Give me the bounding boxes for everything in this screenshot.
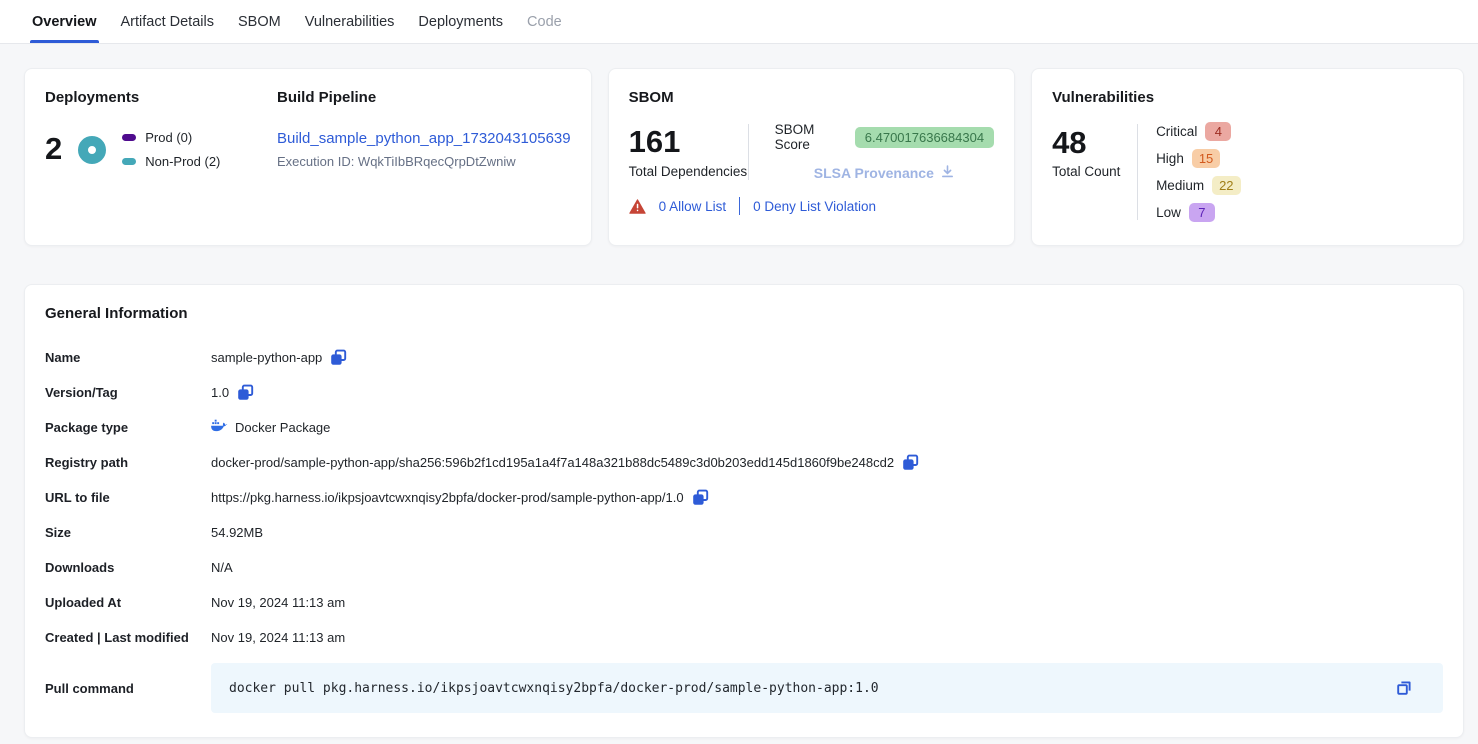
prod-label: Prod (0) bbox=[145, 130, 192, 145]
sbom-total-label: Total Dependencies bbox=[629, 164, 748, 179]
created-modified-value: Nov 19, 2024 11:13 am bbox=[211, 630, 345, 645]
registry-path-label: Registry path bbox=[45, 455, 211, 470]
allow-list-link[interactable]: 0 Allow List bbox=[659, 199, 727, 214]
severity-label-high: High bbox=[1156, 151, 1184, 166]
downloads-value: N/A bbox=[211, 560, 233, 575]
build-pipeline-column: Build Pipeline Build_sample_python_app_1… bbox=[277, 89, 571, 225]
links-divider bbox=[739, 197, 740, 215]
row-registry-path: Registry path docker-prod/sample-python-… bbox=[45, 445, 1443, 480]
registry-path-value: docker-prod/sample-python-app/sha256:596… bbox=[211, 455, 894, 470]
build-pipeline-title: Build Pipeline bbox=[277, 89, 571, 106]
downloads-label: Downloads bbox=[45, 560, 211, 575]
created-modified-label: Created | Last modified bbox=[45, 630, 211, 645]
severity-count-high: 15 bbox=[1192, 149, 1220, 168]
tab-bar: Overview Artifact Details SBOM Vulnerabi… bbox=[0, 0, 1478, 44]
deployments-title: Deployments bbox=[45, 89, 277, 106]
deployments-donut-chart bbox=[78, 136, 106, 164]
pull-command-box: docker pull pkg.harness.io/ikpsjoavtcwxn… bbox=[211, 663, 1443, 713]
vulnerabilities-total-label: Total Count bbox=[1052, 164, 1137, 179]
vulnerabilities-card: Vulnerabilities 48 Total Count Critical … bbox=[1031, 68, 1464, 246]
tab-vulnerabilities[interactable]: Vulnerabilities bbox=[293, 0, 407, 43]
copy-icon[interactable] bbox=[902, 454, 919, 471]
url-to-file-value: https://pkg.harness.io/ikpsjoavtcwxnqisy… bbox=[211, 490, 684, 505]
severity-row-high: High 15 bbox=[1156, 149, 1240, 168]
deployments-total: 2 bbox=[45, 132, 62, 166]
warning-icon bbox=[629, 199, 646, 214]
pull-command-label: Pull command bbox=[45, 681, 211, 696]
name-label: Name bbox=[45, 350, 211, 365]
uploaded-at-label: Uploaded At bbox=[45, 595, 211, 610]
sbom-total-block: 161 Total Dependencies bbox=[629, 125, 748, 178]
general-information-title: General Information bbox=[45, 305, 1443, 322]
severity-row-critical: Critical 4 bbox=[1156, 122, 1240, 141]
severity-row-low: Low 7 bbox=[1156, 203, 1240, 222]
download-icon bbox=[940, 164, 955, 182]
uploaded-at-value: Nov 19, 2024 11:13 am bbox=[211, 595, 345, 610]
execution-id: Execution ID: WqkTiIbBRqecQrpDtZwniw bbox=[277, 154, 571, 169]
row-uploaded-at: Uploaded At Nov 19, 2024 11:13 am bbox=[45, 585, 1443, 620]
pull-command-value: docker pull pkg.harness.io/ikpsjoavtcwxn… bbox=[229, 681, 879, 696]
slsa-provenance-link[interactable]: SLSA Provenance bbox=[814, 164, 955, 182]
package-type-label: Package type bbox=[45, 420, 211, 435]
deployments-column: Deployments 2 Prod (0) Non-Prod (2) bbox=[45, 89, 277, 225]
summary-cards-row: Deployments 2 Prod (0) Non-Prod (2) Buil… bbox=[24, 68, 1464, 246]
tab-artifact-details[interactable]: Artifact Details bbox=[109, 0, 226, 43]
copy-icon[interactable] bbox=[692, 489, 709, 506]
version-label: Version/Tag bbox=[45, 385, 211, 400]
build-pipeline-link[interactable]: Build_sample_python_app_1732043105639 bbox=[277, 130, 571, 147]
general-information-card: General Information Name sample-python-a… bbox=[24, 284, 1464, 738]
sbom-title: SBOM bbox=[629, 89, 994, 106]
tab-code[interactable]: Code bbox=[515, 0, 574, 43]
sbom-score-label: SBOM Score bbox=[775, 122, 845, 152]
severity-count-medium: 22 bbox=[1212, 176, 1240, 195]
deny-list-link[interactable]: 0 Deny List Violation bbox=[753, 199, 876, 214]
nonprod-swatch bbox=[122, 158, 136, 165]
copy-icon[interactable] bbox=[330, 349, 347, 366]
package-type-value: Docker Package bbox=[235, 420, 330, 435]
row-pull-command: Pull command docker pull pkg.harness.io/… bbox=[45, 663, 1443, 713]
severity-count-critical: 4 bbox=[1205, 122, 1231, 141]
tab-sbom[interactable]: SBOM bbox=[226, 0, 293, 43]
row-name: Name sample-python-app bbox=[45, 340, 1443, 375]
severity-count-low: 7 bbox=[1189, 203, 1215, 222]
prod-swatch bbox=[122, 134, 136, 141]
severity-list: Critical 4 High 15 Medium 22 Low 7 bbox=[1138, 122, 1240, 222]
vulnerabilities-total-block: 48 Total Count bbox=[1052, 122, 1137, 222]
size-label: Size bbox=[45, 525, 211, 540]
nonprod-label: Non-Prod (2) bbox=[145, 154, 220, 169]
severity-row-medium: Medium 22 bbox=[1156, 176, 1240, 195]
row-url-to-file: URL to file https://pkg.harness.io/ikpsj… bbox=[45, 480, 1443, 515]
tab-deployments[interactable]: Deployments bbox=[406, 0, 515, 43]
deployments-card: Deployments 2 Prod (0) Non-Prod (2) Buil… bbox=[24, 68, 592, 246]
row-downloads: Downloads N/A bbox=[45, 550, 1443, 585]
copy-outline-icon[interactable] bbox=[1395, 679, 1413, 697]
name-value: sample-python-app bbox=[211, 350, 322, 365]
vulnerabilities-total: 48 bbox=[1052, 126, 1137, 160]
row-size: Size 54.92MB bbox=[45, 515, 1443, 550]
severity-label-low: Low bbox=[1156, 205, 1181, 220]
row-package-type: Package type Docker Package bbox=[45, 410, 1443, 445]
size-value: 54.92MB bbox=[211, 525, 263, 540]
row-created-modified: Created | Last modified Nov 19, 2024 11:… bbox=[45, 620, 1443, 655]
legend-item-nonprod: Non-Prod (2) bbox=[122, 154, 220, 169]
version-value: 1.0 bbox=[211, 385, 229, 400]
row-version: Version/Tag 1.0 bbox=[45, 375, 1443, 410]
sbom-score-badge: 6.470017636684304 bbox=[855, 127, 994, 148]
tab-overview[interactable]: Overview bbox=[20, 0, 109, 43]
severity-label-critical: Critical bbox=[1156, 124, 1197, 139]
copy-icon[interactable] bbox=[237, 384, 254, 401]
deployments-legend: Prod (0) Non-Prod (2) bbox=[122, 130, 220, 169]
sbom-card: SBOM 161 Total Dependencies SBOM Score 6… bbox=[608, 68, 1015, 246]
docker-icon bbox=[211, 419, 228, 436]
vulnerabilities-title: Vulnerabilities bbox=[1052, 89, 1443, 106]
legend-item-prod: Prod (0) bbox=[122, 130, 220, 145]
url-to-file-label: URL to file bbox=[45, 490, 211, 505]
sbom-total: 161 bbox=[629, 125, 748, 159]
slsa-provenance-label: SLSA Provenance bbox=[814, 165, 934, 181]
severity-label-medium: Medium bbox=[1156, 178, 1204, 193]
